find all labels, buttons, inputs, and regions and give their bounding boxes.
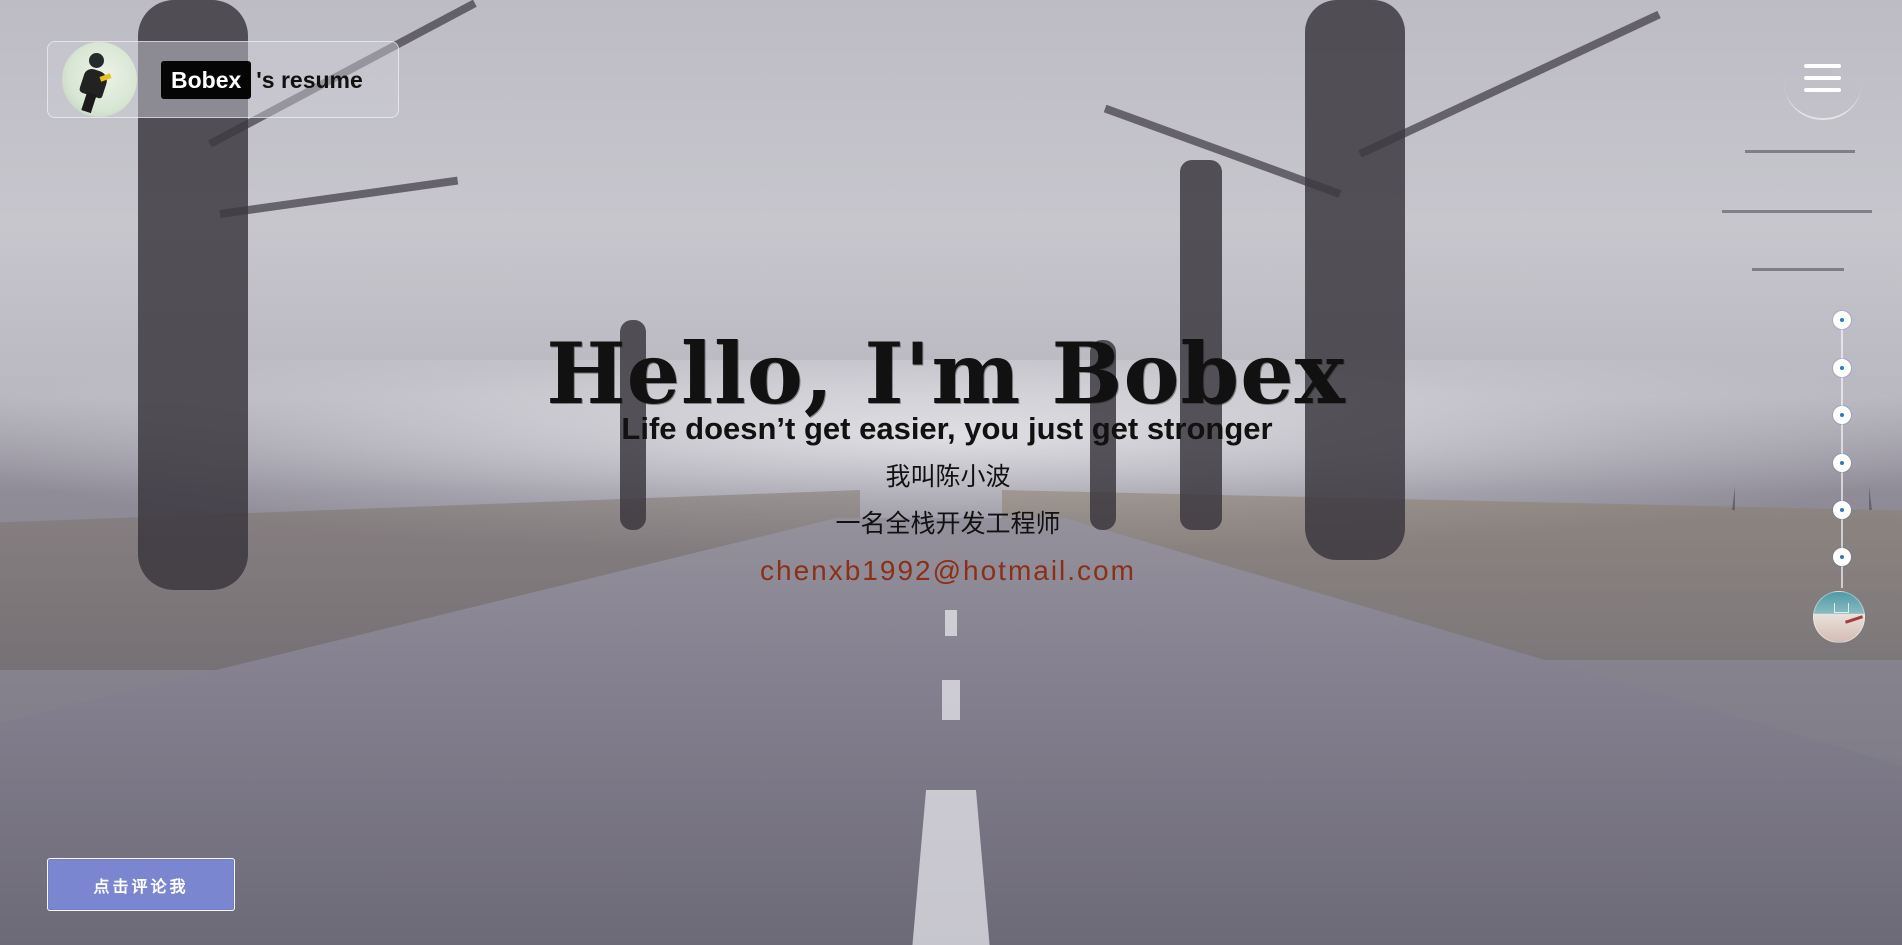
tree-branch	[219, 176, 459, 218]
section-dot-icon[interactable]	[1833, 454, 1851, 472]
power-tower-arm	[1745, 150, 1855, 153]
email-address[interactable]: chenxb1992@hotmail.com	[0, 551, 1899, 591]
resume-brand-card[interactable]: Bobex 's resume	[47, 41, 399, 118]
section-dot-icon[interactable]	[1833, 311, 1851, 329]
tree-branch	[1358, 10, 1661, 158]
road-line-far	[945, 610, 957, 636]
main-menu-button[interactable]	[1784, 46, 1862, 120]
section-dot-icon[interactable]	[1833, 359, 1851, 377]
power-tower-arm	[1752, 268, 1844, 271]
comment-button[interactable]: 点击评论我	[47, 858, 235, 911]
profile-avatar-icon[interactable]	[62, 42, 137, 117]
avatar-head-icon	[89, 53, 104, 68]
avatar-leg-icon	[81, 91, 97, 114]
job-title: 一名全栈开发工程师	[835, 510, 1061, 538]
chinese-name: 我叫陈小波	[885, 463, 1011, 491]
brand-name-badge: Bobex	[161, 60, 252, 99]
tree-branch	[1103, 104, 1342, 198]
road-line-middle	[942, 680, 960, 720]
music-player-avatar-icon[interactable]	[1813, 591, 1865, 643]
section-dot-icon[interactable]	[1833, 548, 1851, 566]
brand-suffix: 's resume	[256, 66, 363, 93]
road-line-near	[912, 790, 990, 945]
hero-motto: Life doesn’t get easier, you just get st…	[621, 411, 1273, 446]
resume-home-screen: Bobex 's resume Hello, I'm Bobex Life do…	[0, 0, 1902, 945]
section-navigation	[1830, 309, 1854, 639]
section-dot-icon[interactable]	[1833, 406, 1851, 424]
hero-intro: Hello, I'm Bobex Life doesn’t get easier…	[0, 322, 1902, 591]
hamburger-line	[1804, 76, 1841, 80]
hamburger-line	[1804, 88, 1841, 92]
section-dot-icon[interactable]	[1833, 501, 1851, 519]
power-tower-arm	[1722, 210, 1872, 213]
hamburger-line	[1804, 64, 1841, 68]
hamburger-menu-icon	[1804, 64, 1841, 92]
